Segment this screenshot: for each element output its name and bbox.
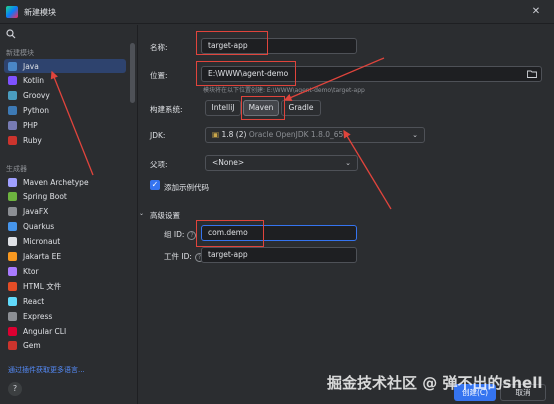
location-value: E:\WWW\agent-demo [208,69,289,78]
sidebar-item-ruby[interactable]: Ruby [4,134,126,148]
name-input[interactable]: target-app [201,38,357,54]
location-label: 位置: [150,71,168,80]
name-label: 名称: [150,43,168,52]
sidebar-item-maven-archetype[interactable]: Maven Archetype [4,175,126,189]
javafx-icon [8,207,17,217]
sidebar-item-label: Jakarta EE [23,252,62,261]
group-id-input[interactable]: com.demo [201,225,357,241]
sidebar-item-express[interactable]: Express [4,309,126,323]
sidebar-item-jakarta-ee[interactable]: Jakarta EE [4,250,126,264]
sidebar-item-label: Angular CLI [23,326,67,336]
parent-select[interactable]: <None> ⌄ [205,155,358,171]
maven-icon [8,177,17,187]
jdk-label: JDK: [150,131,166,140]
artifact-id-label-text: 工件 ID: [164,252,192,261]
jdk-select[interactable]: ▣ 1.8 (2) Oracle OpenJDK 1.8.0_65 ⌄ [205,127,425,143]
sidebar-item-micronaut[interactable]: Micronaut [4,235,126,249]
build-system-label: 构建系统: [150,105,183,114]
add-sample-label: 添加示例代码 [164,183,209,192]
sidebar-item-quarkus[interactable]: Quarkus [4,220,126,234]
html-icon [8,281,17,291]
more-languages-link[interactable]: 通过插件获取更多语言... [8,365,85,375]
sidebar-item-label: Spring Boot [23,192,67,202]
location-input[interactable]: E:\WWW\agent-demo [201,66,542,82]
python-icon [8,106,17,116]
spring-icon [8,192,17,202]
group-id-label: 组 ID:? [164,229,197,240]
sidebar-item-gem[interactable]: Gem [4,339,126,353]
sidebar-item-label: PHP [23,121,38,131]
sidebar-item-groovy[interactable]: Groovy [4,89,126,103]
java-icon [8,61,17,71]
help-button[interactable]: ? [8,382,22,396]
sidebar-item-kotlin[interactable]: Kotlin [4,74,126,88]
sidebar-item-spring-boot[interactable]: Spring Boot [4,190,126,204]
sidebar-item-label: Ktor [23,266,39,276]
jdk-detail: Oracle OpenJDK 1.8.0_65 [248,130,344,139]
title-bar: 新建模块 ✕ [0,0,554,24]
build-option-gradle[interactable]: Gradle [281,100,321,116]
jdk-folder-icon: ▣ [212,130,220,139]
chevron-down-icon: ⌄ [345,159,351,167]
chevron-down-icon[interactable]: ⌄ [139,210,144,217]
kotlin-icon [8,76,17,86]
micronaut-icon [8,237,17,247]
gem-icon [8,341,17,351]
sidebar-item-label: React [23,296,45,306]
angular-icon [8,326,17,336]
sidebar-item-label: HTML 文件 [23,281,62,291]
quarkus-icon [8,222,17,232]
window-title: 新建模块 [24,8,56,17]
react-icon [8,296,17,306]
sidebar-item-react[interactable]: React [4,294,126,308]
sidebar-item-java[interactable]: Java [4,59,126,73]
section-label-new: 新建模块 [6,49,34,57]
sidebar-item-html[interactable]: HTML 文件 [4,279,126,293]
sidebar-item-label: Gem [23,341,41,351]
watermark: 掘金技术社区 @ 弹不出的shell [327,374,543,392]
parent-value: <None> [212,158,245,167]
parent-label: 父项: [150,160,168,169]
sidebar: 新建模块 Java Kotlin Groovy Python PHP Ruby 生成器 M… [0,25,138,404]
advanced-settings-toggle[interactable]: 高级设置 [150,210,180,221]
sidebar-item-label: Maven Archetype [23,177,89,187]
sidebar-scrollbar[interactable] [130,43,135,103]
sidebar-item-label: Python [23,106,49,116]
group-id-label-text: 组 ID: [164,230,185,239]
jakarta-icon [8,252,17,261]
jdk-version: 1.8 (2) [221,130,247,139]
sidebar-item-label: Java [23,61,39,71]
sidebar-item-ktor[interactable]: Ktor [4,264,126,278]
groovy-icon [8,91,17,101]
sidebar-item-python[interactable]: Python [4,104,126,118]
section-label-generators: 生成器 [6,165,27,173]
location-hint: 模块将在以下位置创建: E:\WWW\agent-demo\target-app [203,87,365,94]
folder-icon[interactable] [527,70,537,78]
artifact-id-label: 工件 ID:? [164,251,204,262]
sidebar-item-label: Micronaut [23,237,61,247]
search-icon[interactable] [6,29,16,39]
build-option-maven[interactable]: Maven [243,100,279,116]
php-icon [8,121,17,131]
close-button[interactable]: ✕ [528,4,544,20]
sidebar-item-label: Express [23,311,53,321]
module-form: 名称: target-app 位置: E:\WWW\agent-demo 模块将… [139,25,554,404]
sidebar-item-label: Ruby [23,136,42,145]
ruby-icon [8,136,17,145]
sidebar-item-php[interactable]: PHP [4,119,126,133]
sidebar-item-angular-cli[interactable]: Angular CLI [4,324,126,338]
intellij-app-icon [6,6,18,18]
express-icon [8,311,17,321]
add-sample-checkbox[interactable]: ✓ [150,180,160,190]
sidebar-item-label: Groovy [23,91,50,101]
sidebar-item-label: JavaFX [23,207,49,217]
sidebar-item-label: Quarkus [23,222,55,232]
help-icon[interactable]: ? [187,230,197,240]
build-option-intellij[interactable]: IntelliJ [205,100,241,116]
artifact-id-input[interactable]: target-app [201,247,357,263]
chevron-down-icon: ⌄ [412,131,418,139]
ktor-icon [8,266,17,276]
sidebar-item-javafx[interactable]: JavaFX [4,205,126,219]
sidebar-item-label: Kotlin [23,76,44,86]
